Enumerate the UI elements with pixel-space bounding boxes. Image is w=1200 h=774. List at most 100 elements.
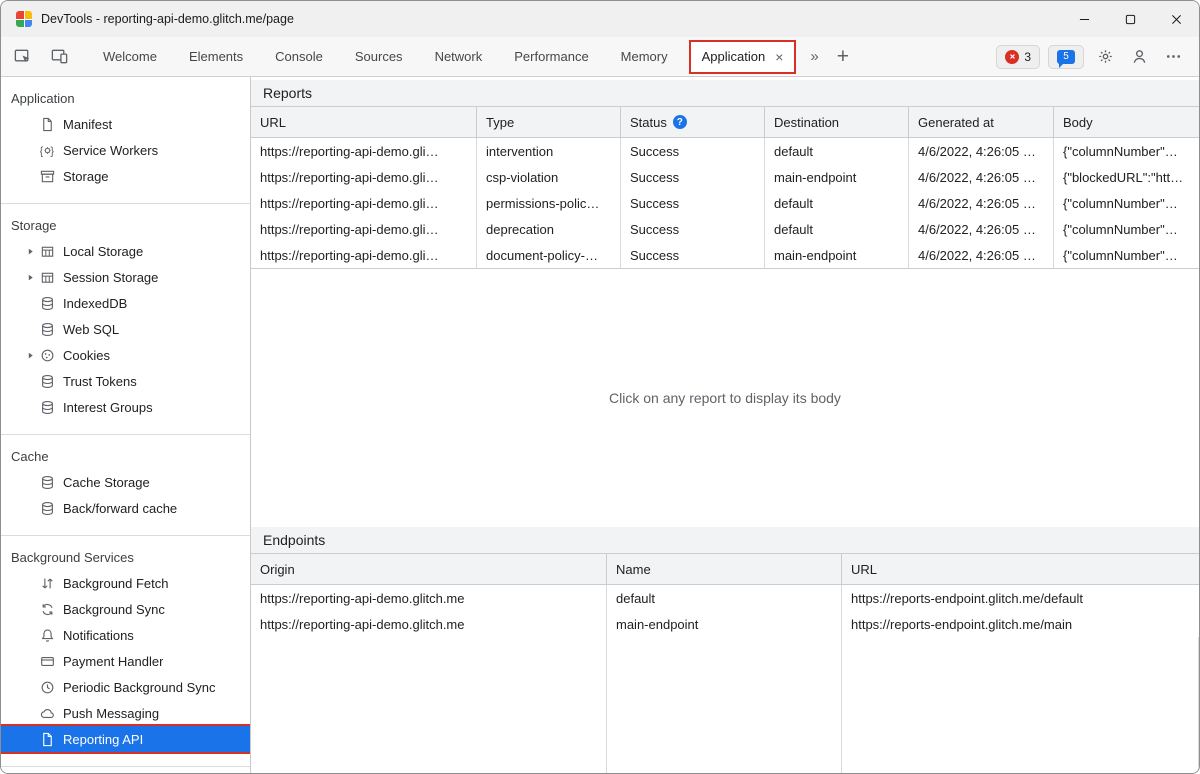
maximize-button[interactable] <box>1107 1 1153 37</box>
report-body[interactable]: {"columnNumber"… <box>1054 138 1199 164</box>
sidebar-item-indexeddb[interactable]: IndexedDB <box>1 290 250 316</box>
report-destination[interactable]: default <box>765 216 909 242</box>
reports-col-url[interactable]: URL <box>251 107 477 137</box>
report-url[interactable]: https://reporting-api-demo.gli… <box>251 190 477 216</box>
report-generated-at[interactable]: 4/6/2022, 4:26:05 … <box>909 216 1054 242</box>
sidebar-item-label: Payment Handler <box>63 653 164 669</box>
minimize-button[interactable] <box>1061 1 1107 37</box>
cookie-icon <box>39 347 55 363</box>
sidebar-item-background-fetch[interactable]: Background Fetch <box>1 570 250 596</box>
endpoints-col-name[interactable]: Name <box>607 554 842 584</box>
report-type[interactable]: document-policy-… <box>477 242 621 268</box>
report-destination[interactable]: default <box>765 138 909 164</box>
device-toolbar-icon[interactable] <box>43 41 75 73</box>
report-status[interactable]: Success <box>621 216 765 242</box>
report-destination[interactable]: main-endpoint <box>765 164 909 190</box>
report-type[interactable]: intervention <box>477 138 621 164</box>
inspect-element-icon[interactable] <box>6 41 38 73</box>
report-generated-at[interactable]: 4/6/2022, 4:26:05 … <box>909 138 1054 164</box>
database-icon <box>39 321 55 337</box>
sidebar-item-web-sql[interactable]: Web SQL <box>1 316 250 342</box>
reports-col-status[interactable]: Status ? <box>621 107 765 137</box>
report-status[interactable]: Success <box>621 138 765 164</box>
sidebar-item-local-storage[interactable]: Local Storage <box>1 238 250 264</box>
report-row[interactable]: https://reporting-api-demo.gli… csp-viol… <box>251 164 1199 190</box>
report-destination[interactable]: default <box>765 190 909 216</box>
close-button[interactable] <box>1153 1 1199 37</box>
report-row[interactable]: https://reporting-api-demo.gli… deprecat… <box>251 216 1199 242</box>
sidebar-item-session-storage[interactable]: Session Storage <box>1 264 250 290</box>
tab-sources[interactable]: Sources <box>339 37 419 76</box>
issues-badge[interactable]: 5 <box>1048 44 1084 69</box>
report-type[interactable]: deprecation <box>477 216 621 242</box>
more-tabs-button[interactable]: » <box>801 37 827 76</box>
storage-box-icon <box>39 168 55 184</box>
sidebar-item-service-workers[interactable]: Service Workers <box>1 137 250 163</box>
sidebar-item-trust-tokens[interactable]: Trust Tokens <box>1 368 250 394</box>
titlebar[interactable]: DevTools - reporting-api-demo.glitch.me/… <box>1 1 1199 37</box>
fetch-arrows-icon <box>39 575 55 591</box>
sidebar-item-push-messaging[interactable]: Push Messaging <box>1 700 250 726</box>
tab-application[interactable]: Application × <box>688 39 797 74</box>
tab-welcome[interactable]: Welcome <box>87 37 173 76</box>
report-destination[interactable]: main-endpoint <box>765 242 909 268</box>
tab-network[interactable]: Network <box>419 37 499 76</box>
report-url[interactable]: https://reporting-api-demo.gli… <box>251 242 477 268</box>
report-generated-at[interactable]: 4/6/2022, 4:26:05 … <box>909 164 1054 190</box>
section-title: Background Services <box>11 549 134 565</box>
report-body[interactable]: {"columnNumber"… <box>1054 216 1199 242</box>
expand-arrow-icon[interactable] <box>21 247 39 256</box>
sidebar-item-payment-handler[interactable]: Payment Handler <box>1 648 250 674</box>
sidebar-item-back-forward-cache[interactable]: Back/forward cache <box>1 495 250 521</box>
sidebar-item-cache-storage[interactable]: Cache Storage <box>1 469 250 495</box>
report-row[interactable]: https://reporting-api-demo.gli… interven… <box>251 138 1199 164</box>
new-tab-button[interactable]: + <box>828 37 858 76</box>
settings-gear-icon[interactable] <box>1092 44 1118 70</box>
endpoints-col-origin[interactable]: Origin <box>251 554 607 584</box>
sidebar-item-label: Back/forward cache <box>63 500 178 516</box>
report-row[interactable]: https://reporting-api-demo.gli… permissi… <box>251 190 1199 216</box>
sidebar-item-manifest[interactable]: Manifest <box>1 111 250 137</box>
sidebar-item-label: Notifications <box>63 627 134 643</box>
report-body[interactable]: {"columnNumber"… <box>1054 242 1199 268</box>
report-url[interactable]: https://reporting-api-demo.gli… <box>251 216 477 242</box>
report-status[interactable]: Success <box>621 190 765 216</box>
reports-col-generated-at[interactable]: Generated at <box>909 107 1054 137</box>
reports-col-status-label: Status <box>630 114 667 130</box>
expand-arrow-icon[interactable] <box>21 273 39 282</box>
report-body[interactable]: {"blockedURL":"htt… <box>1054 164 1199 190</box>
report-url[interactable]: https://reporting-api-demo.gli… <box>251 138 477 164</box>
sidebar-item-notifications[interactable]: Notifications <box>1 622 250 648</box>
status-help-icon[interactable]: ? <box>672 115 687 129</box>
sidebar-item-storage[interactable]: Storage <box>1 163 250 189</box>
report-type[interactable]: permissions-polic… <box>477 190 621 216</box>
sidebar-item-cookies[interactable]: Cookies <box>1 342 250 368</box>
reports-col-body[interactable]: Body <box>1054 107 1199 137</box>
sidebar-item-interest-groups[interactable]: Interest Groups <box>1 394 250 420</box>
endpoints-col-url[interactable]: URL <box>842 554 1199 584</box>
report-status[interactable]: Success <box>621 164 765 190</box>
close-tab-icon[interactable]: × <box>775 50 783 64</box>
sidebar-item-periodic-background-sync[interactable]: Periodic Background Sync <box>1 674 250 700</box>
error-badge[interactable]: 3 <box>996 44 1040 69</box>
feedback-person-icon[interactable] <box>1126 44 1152 70</box>
tab-elements[interactable]: Elements <box>173 37 259 76</box>
more-options-icon[interactable] <box>1160 44 1186 70</box>
report-status[interactable]: Success <box>621 242 765 268</box>
tab-memory[interactable]: Memory <box>605 37 684 76</box>
report-type[interactable]: csp-violation <box>477 164 621 190</box>
report-generated-at[interactable]: 4/6/2022, 4:26:05 … <box>909 190 1054 216</box>
reports-col-type[interactable]: Type <box>477 107 621 137</box>
expand-arrow-icon[interactable] <box>21 351 39 360</box>
sidebar-item-background-sync[interactable]: Background Sync <box>1 596 250 622</box>
endpoint-name: main-endpoint <box>607 611 842 637</box>
report-body[interactable]: {"columnNumber"… <box>1054 190 1199 216</box>
report-row[interactable]: https://reporting-api-demo.gli… document… <box>251 242 1199 268</box>
tab-console[interactable]: Console <box>259 37 339 76</box>
tab-performance[interactable]: Performance <box>498 37 604 76</box>
endpoints-filler-cell <box>842 637 1199 773</box>
report-generated-at[interactable]: 4/6/2022, 4:26:05 … <box>909 242 1054 268</box>
sidebar-item-reporting-api[interactable]: Reporting API <box>1 724 250 754</box>
report-url[interactable]: https://reporting-api-demo.gli… <box>251 164 477 190</box>
reports-col-destination[interactable]: Destination <box>765 107 909 137</box>
